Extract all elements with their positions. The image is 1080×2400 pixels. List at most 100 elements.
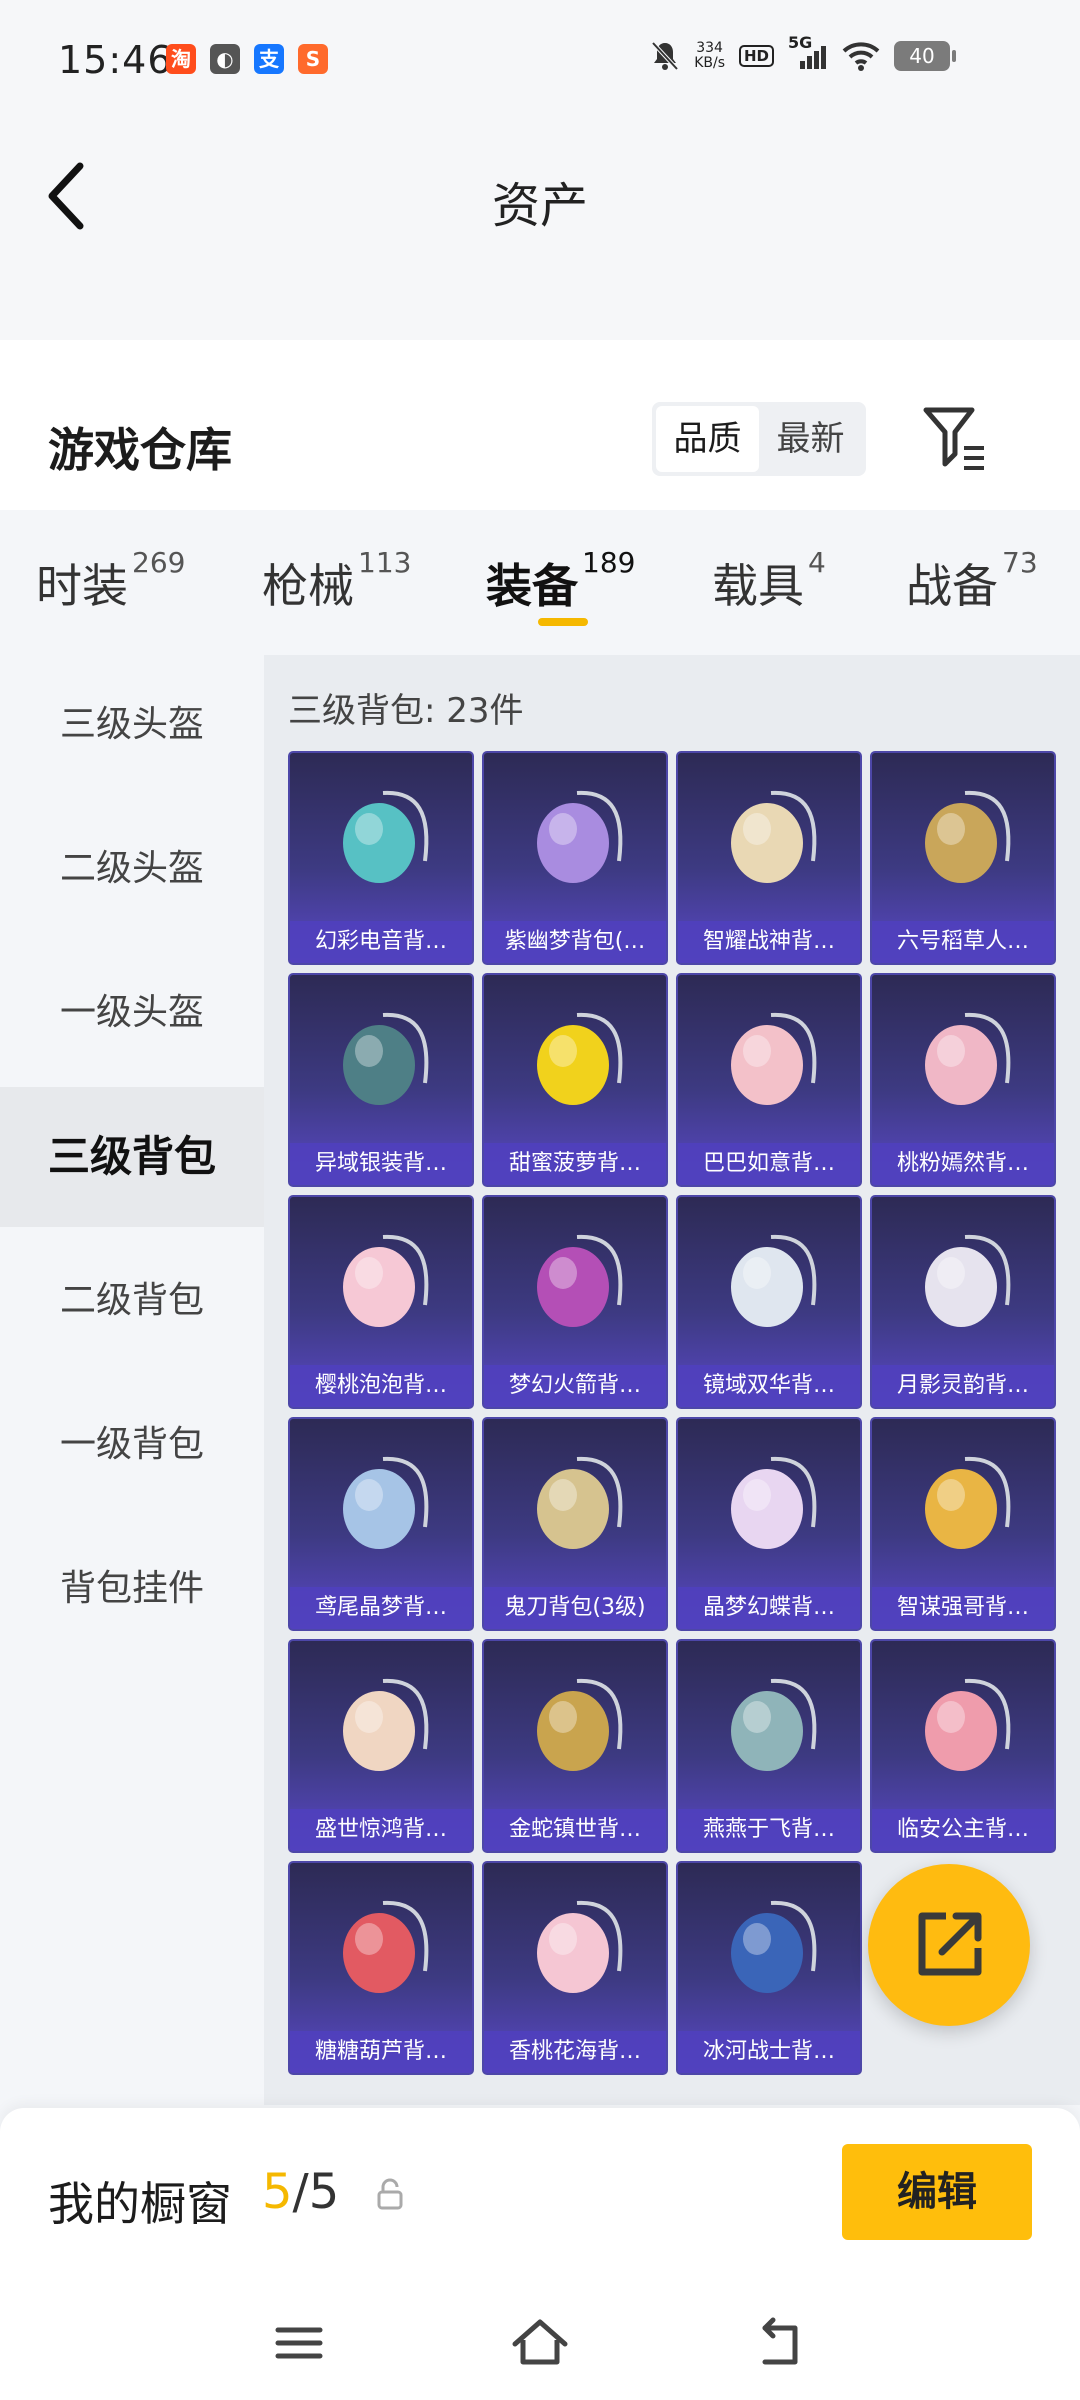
browser-icon: ◐ [210, 44, 240, 74]
item-card[interactable]: 鸢尾晶梦背… [288, 1417, 474, 1631]
item-card-label: 智耀战神背… [678, 921, 860, 963]
showcase-count: 5/5 [262, 2164, 340, 2220]
item-card-label: 临安公主背… [872, 1809, 1054, 1851]
item-card[interactable]: 智耀战神背… [676, 751, 862, 965]
item-card[interactable]: 甜蜜菠萝背… [482, 973, 668, 1187]
backpack-icon [925, 1012, 1011, 1105]
sidebar-item-backpack-charm[interactable]: 背包挂件 [0, 1519, 264, 1659]
backpack-icon [343, 1012, 429, 1105]
page-header: 资产 [0, 120, 1080, 340]
item-card-label: 鬼刀背包(3级) [484, 1587, 666, 1629]
item-card[interactable]: 镜域双华背… [676, 1195, 862, 1409]
back-nav-icon[interactable] [745, 2308, 815, 2378]
backpack-icon [537, 1012, 623, 1105]
showcase-title: 我的橱窗 [48, 2177, 232, 2231]
share-button[interactable] [868, 1864, 1030, 2026]
item-card[interactable]: 冰河战士背… [676, 1861, 862, 2075]
backpack-icon [537, 790, 623, 883]
item-card[interactable]: 桃粉嫣然背… [870, 973, 1056, 1187]
mute-bell-icon [651, 41, 679, 71]
page-title: 资产 [491, 178, 588, 234]
sidebar-item-backpack-lv3[interactable]: 三级背包 [0, 1087, 264, 1227]
item-card[interactable]: 梦幻火箭背… [482, 1195, 668, 1409]
tab-supplies[interactable]: 战备 73 [906, 546, 1038, 616]
backpack-icon [731, 1012, 817, 1105]
taobao-icon: 淘 [166, 44, 196, 74]
filter-icon[interactable] [922, 404, 988, 474]
alipay-icon: 支 [254, 44, 284, 74]
backpack-icon [537, 1900, 623, 1993]
item-card[interactable]: 异域银装背… [288, 973, 474, 1187]
showcase-bar: 我的橱窗 5/5 编辑 [0, 2108, 1080, 2288]
item-card[interactable]: 六号稻草人… [870, 751, 1056, 965]
item-card[interactable]: 糖糖葫芦背… [288, 1861, 474, 2075]
item-card[interactable]: 晶梦幻蝶背… [676, 1417, 862, 1631]
backpack-icon [537, 1678, 623, 1771]
menu-icon[interactable] [264, 2308, 334, 2378]
item-card-label: 香桃花海背… [484, 2031, 666, 2073]
tab-fashion[interactable]: 时装 269 [36, 546, 185, 616]
share-icon [918, 1912, 982, 1976]
item-card[interactable]: 樱桃泡泡背… [288, 1195, 474, 1409]
item-card[interactable]: 紫幽梦背包(… [482, 751, 668, 965]
backpack-icon [925, 1456, 1011, 1549]
item-card-label: 鸢尾晶梦背… [290, 1587, 472, 1629]
item-card[interactable]: 鬼刀背包(3级) [482, 1417, 668, 1631]
item-count-label: 三级背包: 23件 [288, 691, 524, 731]
app-s-icon: S [298, 44, 328, 74]
category-tabs: 时装 269 枪械 113 装备 189 载具 4 战备 73 [0, 510, 1080, 655]
item-card-label: 梦幻火箭背… [484, 1365, 666, 1407]
backpack-icon [731, 1678, 817, 1771]
item-card[interactable]: 巴巴如意背… [676, 973, 862, 1187]
wifi-icon [842, 42, 880, 71]
item-card-label: 巴巴如意背… [678, 1143, 860, 1185]
status-bar: 15:46 淘 ◐ 支 S 334 KB/s HD 5G 40 [0, 0, 1080, 120]
tab-firearms[interactable]: 枪械 113 [262, 546, 411, 616]
item-card[interactable]: 燕燕于飞背… [676, 1639, 862, 1853]
status-time: 15:46 [58, 38, 173, 82]
notification-apps: 淘 ◐ 支 S [166, 44, 328, 74]
lock-icon [377, 2178, 403, 2210]
item-card-label: 盛世惊鸿背… [290, 1809, 472, 1851]
item-card-label: 六号稻草人… [872, 921, 1054, 963]
sort-quality-button[interactable]: 品质 [656, 406, 759, 472]
item-card-label: 金蛇镇世背… [484, 1809, 666, 1851]
edit-button[interactable]: 编辑 [842, 2144, 1032, 2240]
warehouse-header: 游戏仓库 品质 最新 [0, 340, 1080, 510]
backpack-icon [731, 1234, 817, 1327]
item-card[interactable]: 月影灵韵背… [870, 1195, 1056, 1409]
backpack-icon [925, 1234, 1011, 1327]
backpack-icon [731, 1456, 817, 1549]
backpack-icon [925, 1678, 1011, 1771]
backpack-icon [731, 790, 817, 883]
backpack-icon [731, 1900, 817, 1993]
item-card[interactable]: 幻彩电音背… [288, 751, 474, 965]
sidebar-item-helmet-lv3[interactable]: 三级头盔 [0, 655, 264, 795]
sidebar-item-backpack-lv1[interactable]: 一级背包 [0, 1375, 264, 1515]
sidebar-item-backpack-lv2[interactable]: 二级背包 [0, 1231, 264, 1371]
backpack-icon [343, 1456, 429, 1549]
signal-icon: 5G [788, 33, 828, 71]
tab-vehicles[interactable]: 载具 4 [712, 546, 826, 616]
sort-newest-button[interactable]: 最新 [759, 406, 862, 472]
item-card-label: 智谋强哥背… [872, 1587, 1054, 1629]
item-card-label: 糖糖葫芦背… [290, 2031, 472, 2073]
item-card[interactable]: 金蛇镇世背… [482, 1639, 668, 1853]
warehouse-title: 游戏仓库 [48, 423, 232, 477]
item-card[interactable]: 香桃花海背… [482, 1861, 668, 2075]
backpack-icon [343, 1678, 429, 1771]
backpack-icon [537, 1456, 623, 1549]
home-icon[interactable] [505, 2308, 575, 2378]
item-card[interactable]: 临安公主背… [870, 1639, 1056, 1853]
sidebar-item-helmet-lv1[interactable]: 一级头盔 [0, 943, 264, 1083]
item-card[interactable]: 智谋强哥背… [870, 1417, 1056, 1631]
sidebar-item-helmet-lv2[interactable]: 二级头盔 [0, 799, 264, 939]
item-card-label: 甜蜜菠萝背… [484, 1143, 666, 1185]
battery-indicator: 40 [894, 41, 956, 71]
tab-equipment[interactable]: 装备 189 [486, 546, 635, 616]
status-indicators: 334 KB/s HD 5G 40 [650, 33, 956, 72]
backpack-icon [343, 790, 429, 883]
item-card[interactable]: 盛世惊鸿背… [288, 1639, 474, 1853]
item-card-label: 镜域双华背… [678, 1365, 860, 1407]
item-card-label: 紫幽梦背包(… [484, 921, 666, 963]
